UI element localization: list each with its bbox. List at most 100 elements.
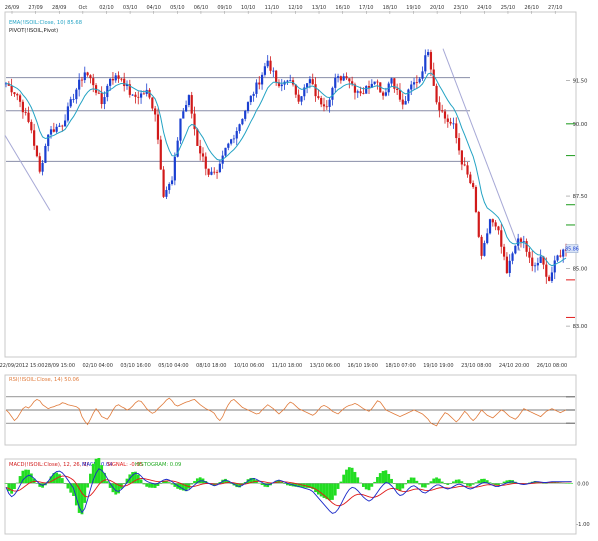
bottom-date-label: 10/10 06:00	[234, 363, 264, 369]
macd-histogram-bar	[429, 481, 433, 484]
candle-body	[460, 150, 463, 165]
trading-chart[interactable]: 26/09 27/09 28/09 Oct 02/10 03/10 04/10 05/10 06…	[0, 0, 598, 537]
macd-histogram-bar	[373, 481, 377, 484]
candle-body	[519, 238, 523, 242]
candle-body	[531, 257, 534, 267]
candle-body	[260, 74, 264, 85]
top-date-label: 05/10	[170, 5, 184, 11]
bottom-date-label: 18/10 07:00	[385, 363, 415, 369]
candle-body	[373, 81, 376, 84]
macd-histogram-bar	[7, 483, 11, 492]
histogram-value-legend: HISTOGRAM: 0.09	[135, 462, 181, 468]
candle-body	[263, 66, 266, 75]
candle-body	[66, 106, 70, 121]
candle-body	[427, 52, 430, 56]
bottom-date-label: 03/10 16:00	[120, 363, 150, 369]
candle-body	[449, 121, 452, 124]
candle-body	[246, 102, 250, 111]
macd-histogram-bar	[193, 481, 196, 484]
candle-body	[244, 110, 247, 119]
candle-body	[196, 129, 199, 146]
candle-body	[238, 124, 241, 132]
candle-body	[139, 93, 143, 98]
bottom-date-label: 23/10 08:00	[461, 363, 491, 369]
price-panel[interactable]	[4, 11, 577, 358]
candle-body	[390, 78, 393, 84]
macd-histogram-bar	[100, 465, 104, 484]
macd-legend: MACD(!ISOIL:Close), 12, 26, 9)	[9, 462, 88, 468]
macd-histogram-bar	[66, 483, 70, 489]
candle-body	[232, 138, 236, 140]
candle-body	[159, 139, 162, 170]
candle-body	[410, 84, 413, 90]
candle-body	[33, 130, 36, 146]
top-date-label: 12/10	[288, 5, 302, 11]
macd-histogram-bar	[13, 483, 16, 490]
candle-body	[80, 79, 84, 81]
candle-body	[185, 105, 188, 112]
candle-body	[83, 72, 86, 81]
candle-body	[525, 241, 528, 252]
macd-histogram-bar	[350, 467, 354, 484]
candle-body	[120, 78, 123, 80]
candle-body	[334, 77, 337, 88]
top-date-label: 03/10	[123, 5, 137, 11]
candle-body	[314, 84, 317, 97]
macd-panel[interactable]	[4, 458, 577, 535]
candle-body	[533, 265, 537, 267]
top-date-label: 25/10	[501, 5, 515, 11]
candle-body	[103, 97, 106, 105]
candle-body	[213, 171, 216, 173]
top-date-label: Oct	[79, 5, 88, 11]
macd-histogram-bar	[407, 479, 410, 484]
candle-body	[384, 92, 387, 96]
top-date-label: 11/10	[265, 5, 279, 11]
macd-histogram-bar	[364, 483, 368, 490]
candle-body	[142, 93, 145, 95]
macd-histogram-bar	[342, 474, 346, 484]
macd-histogram-bar	[423, 483, 427, 488]
candle-body	[455, 123, 458, 139]
current-price-label: 85.86	[565, 247, 579, 253]
macd-histogram-bar	[570, 483, 574, 484]
candle-body	[280, 84, 283, 87]
macd-histogram-bar	[395, 483, 399, 490]
macd-histogram-bar	[497, 483, 500, 486]
price-tick-label: 91.50	[573, 78, 588, 84]
macd-histogram-bar	[60, 478, 64, 484]
top-date-label: 24/10	[477, 5, 491, 11]
candle-body	[472, 183, 475, 187]
pivot-legend: PIVOT(!ISOIL,Pivot)	[9, 28, 58, 34]
candle-body	[134, 94, 137, 97]
candle-body	[30, 121, 33, 131]
macd-histogram-bar	[454, 479, 458, 484]
candle-body	[27, 112, 30, 122]
candle-body	[204, 156, 207, 169]
candle-body	[235, 131, 238, 139]
macd-histogram-bar	[314, 483, 317, 493]
candle-body	[404, 101, 407, 105]
candle-body	[117, 75, 120, 79]
candle-body	[275, 70, 278, 83]
candle-body	[494, 222, 497, 227]
candle-body	[511, 253, 514, 261]
candle-body	[539, 256, 542, 263]
candle-body	[168, 183, 171, 191]
candle-body	[342, 76, 345, 81]
candle-body	[154, 108, 157, 115]
macd-histogram-bar	[409, 477, 413, 484]
macd-histogram-bar	[457, 479, 461, 484]
candle-body	[435, 85, 438, 103]
candle-body	[35, 145, 39, 157]
candle-body	[41, 162, 44, 172]
candle-body	[345, 76, 348, 79]
candle-body	[418, 78, 421, 83]
macd-histogram-bar	[333, 483, 337, 496]
macd-histogram-bar	[139, 479, 143, 484]
macd-histogram-bar	[432, 478, 436, 484]
candle-body	[89, 75, 92, 79]
candle-body	[308, 79, 312, 84]
candle-body	[362, 93, 365, 95]
macd-histogram-bar	[437, 478, 441, 484]
candle-body	[201, 153, 205, 157]
